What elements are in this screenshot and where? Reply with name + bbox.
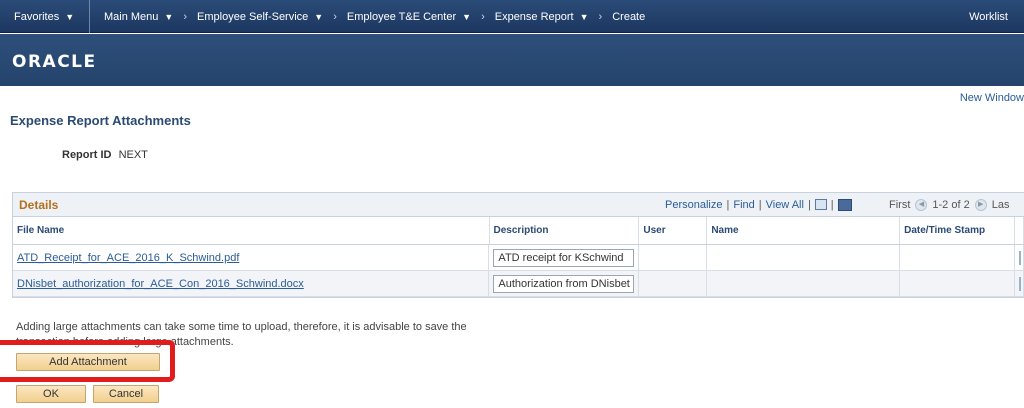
- name-cell: [707, 245, 901, 270]
- chevron-down-icon: ▼: [314, 11, 324, 22]
- find-link[interactable]: Find: [733, 199, 754, 211]
- column-header-datetime: Date/Time Stamp: [900, 217, 1016, 244]
- previous-icon[interactable]: ◀: [915, 198, 928, 211]
- chevron-down-icon: ▼: [462, 11, 472, 22]
- breadcrumb-main-menu[interactable]: Main Menu ▼: [104, 11, 173, 23]
- breadcrumb-label: Employee Self-Service: [197, 10, 309, 23]
- page-title: Expense Report Attachments: [10, 113, 191, 128]
- large-attachment-note: Adding large attachments can take some t…: [16, 321, 467, 348]
- grid-tools: Personalize | Find | View All | |: [665, 198, 852, 211]
- last-link[interactable]: Las: [992, 199, 1010, 211]
- add-attachment-button[interactable]: Add Attachment: [16, 353, 160, 371]
- breadcrumb-label: Employee T&E Center: [346, 10, 457, 23]
- file-name-link[interactable]: DNisbet_authorization_for_ACE_Con_2016_S…: [17, 278, 304, 290]
- first-link[interactable]: First: [889, 199, 910, 211]
- chevron-right-icon: ›: [333, 10, 337, 23]
- column-header-description: Description: [490, 217, 640, 244]
- breadcrumb: Main Menu ▼ › Employee Self-Service ▼ › …: [90, 0, 645, 33]
- personalize-link[interactable]: Personalize: [665, 199, 722, 211]
- separator: |: [758, 198, 762, 211]
- file-name-link[interactable]: ATD_Receipt_for_ACE_2016_K_Schwind.pdf: [17, 252, 239, 264]
- new-window-link[interactable]: New Window: [960, 92, 1024, 104]
- chevron-right-icon: ›: [598, 10, 603, 23]
- grid-header: Details Personalize | Find | View All | …: [13, 193, 1024, 217]
- download-excel-icon[interactable]: [837, 198, 852, 211]
- name-cell: [707, 271, 901, 296]
- top-navigation-bar: Favorites ▼ Main Menu ▼ › Employee Self-…: [0, 0, 1024, 33]
- grid-column-headers: File Name Description User Name Date/Tim…: [13, 217, 1024, 245]
- report-id-label: Report ID: [62, 149, 112, 161]
- breadcrumb-label: Expense Report: [494, 10, 574, 23]
- report-id-field: Report ID NEXT: [62, 149, 148, 161]
- user-cell: [639, 245, 708, 270]
- description-input[interactable]: ATD receipt for KSchwind: [493, 248, 635, 267]
- breadcrumb-employee-self-service[interactable]: Employee Self-Service ▼: [197, 11, 323, 23]
- ok-button[interactable]: OK: [16, 385, 86, 403]
- timestamp-cell: [900, 271, 1015, 296]
- delete-row-icon[interactable]: [1019, 276, 1021, 291]
- oracle-logo: ORACLE: [12, 52, 97, 72]
- separator: |: [726, 198, 730, 211]
- user-cell: [639, 271, 708, 296]
- grid-pagination: First ◀ 1-2 of 2 ▶ Las: [889, 198, 1010, 211]
- breadcrumb-te-center[interactable]: Employee T&E Center ▼: [347, 11, 471, 23]
- breadcrumb-label: Create: [612, 10, 646, 23]
- brand-bar: ORACLE: [0, 34, 1024, 86]
- column-header-file-name: File Name: [13, 217, 490, 244]
- favorites-label: Favorites: [14, 10, 60, 23]
- column-header-actions: [1015, 217, 1024, 244]
- details-grid: Details Personalize | Find | View All | …: [12, 192, 1024, 298]
- column-header-user: User: [639, 217, 708, 244]
- chevron-down-icon: ▼: [579, 11, 589, 22]
- breadcrumb-create[interactable]: Create: [612, 11, 645, 23]
- separator: |: [807, 198, 811, 211]
- chevron-right-icon: ›: [481, 10, 485, 23]
- chevron-right-icon: ›: [183, 10, 188, 23]
- row-range: 1-2 of 2: [932, 198, 970, 211]
- table-row: DNisbet_authorization_for_ACE_Con_2016_S…: [13, 271, 1024, 297]
- column-header-name: Name: [707, 217, 901, 244]
- report-id-value: NEXT: [118, 149, 148, 161]
- view-all-link[interactable]: View All: [766, 199, 804, 211]
- chevron-down-icon: ▼: [65, 11, 75, 22]
- delete-row-icon[interactable]: [1019, 250, 1021, 265]
- separator: |: [830, 198, 834, 211]
- cancel-button[interactable]: Cancel: [93, 385, 159, 403]
- breadcrumb-expense-report[interactable]: Expense Report ▼: [495, 11, 589, 23]
- description-input[interactable]: Authorization from DNisbet: [493, 274, 635, 293]
- zoom-grid-icon[interactable]: [814, 199, 827, 210]
- worklist-link[interactable]: Worklist: [969, 0, 1008, 33]
- next-icon[interactable]: ▶: [974, 198, 987, 211]
- table-row: ATD_Receipt_for_ACE_2016_K_Schwind.pdf A…: [13, 245, 1024, 271]
- breadcrumb-label: Main Menu: [104, 10, 159, 23]
- timestamp-cell: [900, 245, 1015, 270]
- chevron-down-icon: ▼: [164, 11, 174, 22]
- favorites-menu[interactable]: Favorites ▼: [0, 0, 90, 33]
- grid-title: Details: [19, 197, 59, 212]
